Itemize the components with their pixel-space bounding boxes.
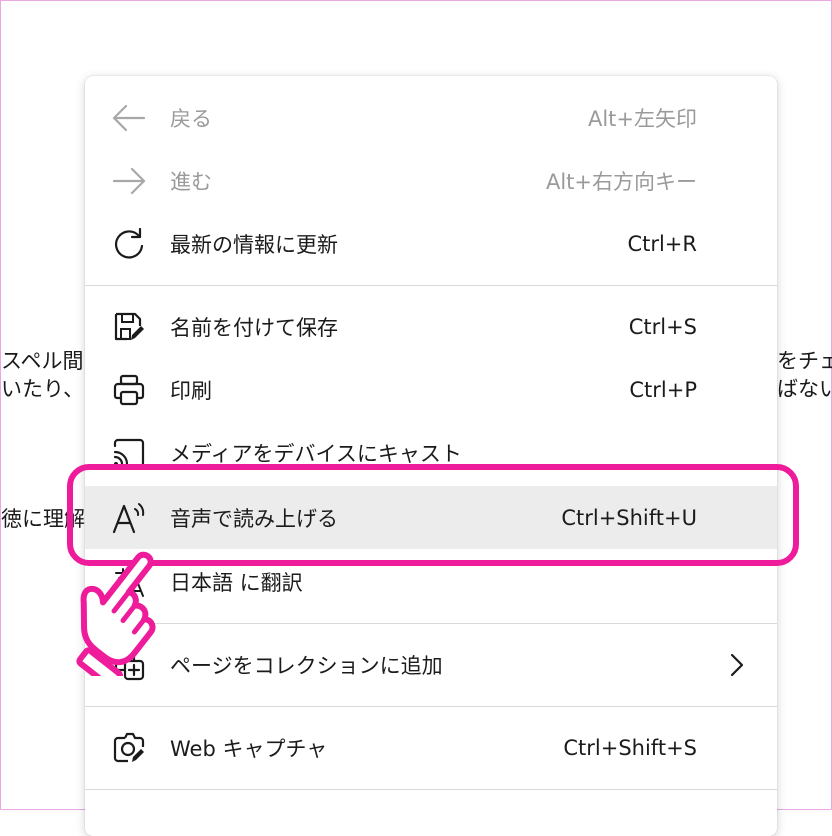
pointing-hand-icon xyxy=(76,551,156,676)
page-text-right-1: をチェ xyxy=(777,349,832,373)
arrow-left-icon xyxy=(111,100,147,136)
menu-item-label: Web キャプチャ xyxy=(170,736,328,761)
arrow-right-icon xyxy=(111,163,147,199)
annotation-highlight-frame xyxy=(67,464,799,566)
page-text-left-2: いたり、 xyxy=(1,377,85,401)
menu-item-shortcut: Ctrl+S xyxy=(628,314,697,339)
menu-item-label: 日本語 に翻訳 xyxy=(170,570,303,595)
menu-item-label: ページをコレクションに追加 xyxy=(170,653,443,678)
menu-separator xyxy=(85,285,777,286)
save-as-icon xyxy=(111,309,147,345)
menu-separator xyxy=(85,789,777,790)
menu-item-forward[interactable]: 進む Alt+右方向キー xyxy=(85,149,777,212)
menu-item-label: 進む xyxy=(170,169,212,194)
refresh-icon xyxy=(111,226,147,262)
menu-item-print[interactable]: 印刷 Ctrl+P xyxy=(85,358,777,421)
menu-separator xyxy=(85,706,777,707)
menu-item-label: メディアをデバイスにキャスト xyxy=(170,441,462,466)
menu-item-label: 名前を付けて保存 xyxy=(170,315,338,340)
menu-item-add-to-collection[interactable]: ページをコレクションに追加 xyxy=(85,633,777,696)
menu-item-web-capture[interactable]: Web キャプチャ Ctrl+Shift+S xyxy=(85,716,777,779)
page-text-left-1: スペル間 xyxy=(1,349,84,373)
chevron-right-icon xyxy=(730,653,744,676)
page-text-right-2: ばない xyxy=(777,377,832,401)
menu-separator xyxy=(85,623,777,624)
menu-item-shortcut: Alt+左矢印 xyxy=(587,106,697,131)
printer-icon xyxy=(111,372,147,408)
menu-item-refresh[interactable]: 最新の情報に更新 Ctrl+R xyxy=(85,212,777,275)
menu-item-label: 最新の情報に更新 xyxy=(170,232,338,257)
menu-item-shortcut: Alt+右方向キー xyxy=(545,169,697,194)
menu-item-label: 印刷 xyxy=(170,378,212,403)
menu-item-shortcut: Ctrl+Shift+S xyxy=(563,735,697,760)
menu-item-save-as[interactable]: 名前を付けて保存 Ctrl+S xyxy=(85,295,777,358)
context-menu: 戻る Alt+左矢印 進む Alt+右方向キー 最新の情報に更新 Ctrl+R … xyxy=(85,76,777,836)
menu-item-shortcut: Ctrl+R xyxy=(627,231,697,256)
web-capture-icon xyxy=(111,730,147,766)
menu-item-label: 戻る xyxy=(170,106,212,131)
menu-item-shortcut: Ctrl+P xyxy=(629,377,697,402)
menu-item-back[interactable]: 戻る Alt+左矢印 xyxy=(85,86,777,149)
